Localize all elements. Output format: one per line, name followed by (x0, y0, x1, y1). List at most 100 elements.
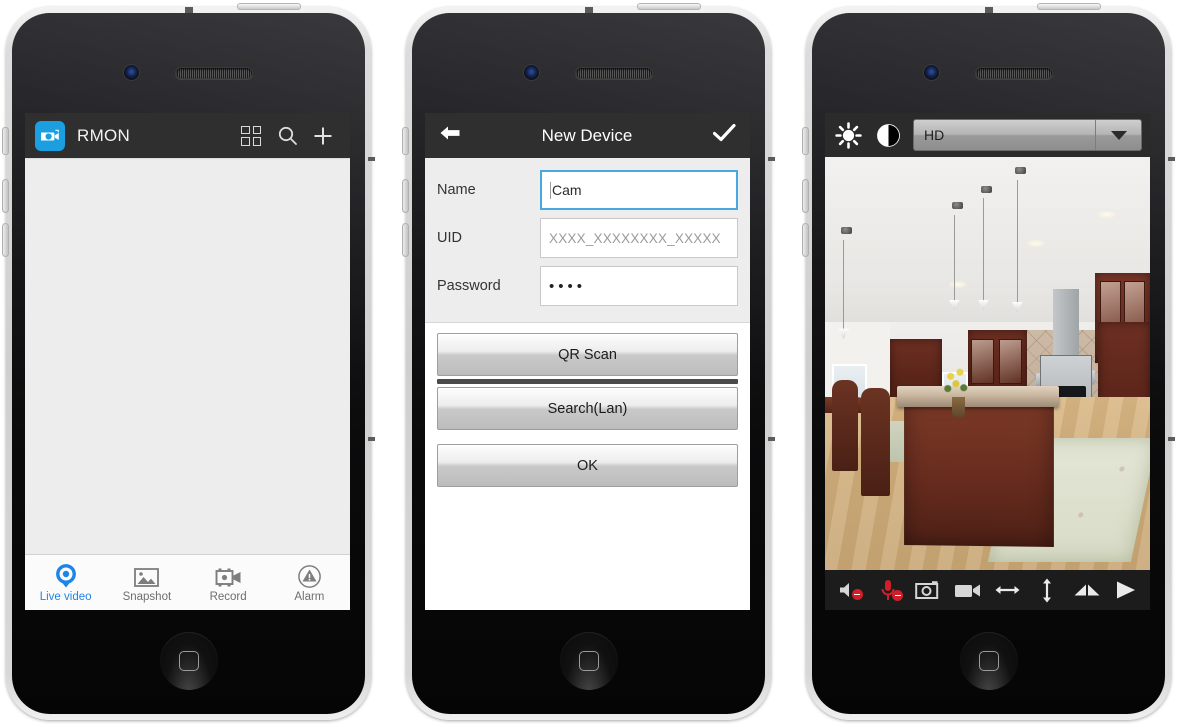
chevron-down-icon (1095, 120, 1141, 150)
video-record-icon[interactable] (952, 575, 984, 605)
quality-value: HD (924, 127, 945, 143)
qr-scan-button[interactable]: QR Scan (437, 333, 738, 376)
contrast-icon[interactable] (873, 120, 903, 150)
tab-label: Snapshot (122, 590, 172, 603)
screen-device-list: RMON Live video Snapshot Record Alarm (25, 113, 350, 610)
ok-button[interactable]: OK (437, 444, 738, 487)
front-camera-icon (524, 65, 539, 80)
volume-down-button[interactable] (802, 223, 809, 257)
uid-placeholder: XXXX_XXXXXXXX_XXXXX (549, 230, 721, 246)
device-form: Name Cam UID XXXX_XXXXXXXX_XXXXX Passwor… (425, 158, 750, 323)
name-field[interactable]: Cam (540, 170, 738, 210)
kitchen-scene (825, 157, 1150, 570)
form-row-password: Password •••• (437, 262, 738, 310)
phone-sensors (412, 65, 765, 80)
screenshot-stage: RMON Live video Snapshot Record Alarm Ne… (0, 0, 1177, 727)
speaker-mute-icon[interactable] (833, 575, 865, 605)
photo-icon (133, 563, 160, 589)
earpiece-speaker (975, 66, 1053, 79)
tab-alarm[interactable]: Alarm (269, 555, 350, 610)
silent-switch[interactable] (402, 127, 409, 155)
play-arrow-icon[interactable] (1110, 575, 1142, 605)
snapshot-camera-icon[interactable] (912, 575, 944, 605)
front-camera-icon (124, 65, 139, 80)
button-divider (437, 379, 738, 384)
navbar: RMON (25, 113, 350, 158)
password-value: •••• (549, 277, 587, 295)
uid-field[interactable]: XXXX_XXXXXXXX_XXXXX (540, 218, 738, 258)
volume-down-button[interactable] (402, 223, 409, 257)
name-value: Cam (552, 182, 582, 198)
front-camera-icon (924, 65, 939, 80)
app-title: RMON (77, 125, 131, 145)
volume-down-button[interactable] (2, 223, 9, 257)
volume-up-button[interactable] (802, 179, 809, 213)
mirror-flip-icon[interactable] (1071, 575, 1103, 605)
tab-label: Record (209, 590, 247, 603)
antenna-band-tick (368, 157, 375, 161)
tilt-vertical-icon[interactable] (1031, 575, 1063, 605)
home-button[interactable] (159, 632, 218, 690)
password-field[interactable]: •••• (540, 266, 738, 306)
form-row-uid: UID XXXX_XXXXXXXX_XXXXX (437, 214, 738, 262)
microphone-mute-icon[interactable] (872, 575, 904, 605)
screen-new-device: New Device Name Cam UID XXXX_XXXXXXXX_XX… (425, 113, 750, 610)
uid-label: UID (437, 230, 462, 246)
pan-horizontal-icon[interactable] (991, 575, 1023, 605)
page-title: New Device (541, 125, 633, 145)
antenna-band-tick (768, 157, 775, 161)
record-camera-icon (214, 563, 243, 589)
name-label: Name (437, 182, 476, 198)
home-button[interactable] (959, 632, 1018, 690)
phone-live-view: HD (802, 3, 1175, 720)
mute-badge (892, 590, 904, 601)
checkmark-icon[interactable] (712, 123, 736, 148)
sleep-button[interactable] (1037, 3, 1101, 10)
phone-sensors (12, 65, 365, 80)
alarm-warning-icon (297, 563, 322, 589)
phone-device-list: RMON Live video Snapshot Record Alarm (2, 3, 375, 720)
home-square-icon (578, 651, 599, 671)
action-buttons: QR Scan Search(Lan) OK (425, 323, 750, 610)
home-square-icon (178, 651, 199, 671)
navbar: New Device (425, 113, 750, 158)
antenna-band-tick (768, 437, 775, 441)
silent-switch[interactable] (802, 127, 809, 155)
earpiece-speaker (175, 66, 253, 79)
camcorder-icon (35, 120, 65, 151)
tab-snapshot[interactable]: Snapshot (106, 555, 187, 610)
live-video-feed[interactable] (825, 157, 1150, 570)
text-caret (550, 181, 551, 199)
home-button[interactable] (559, 632, 618, 690)
tab-live-video[interactable]: Live video (25, 555, 106, 610)
volume-up-button[interactable] (402, 179, 409, 213)
brightness-sun-icon[interactable] (833, 120, 863, 150)
plus-icon[interactable] (306, 119, 340, 153)
tab-record[interactable]: Record (188, 555, 269, 610)
phone-body: HD (812, 13, 1165, 714)
search-lan-button[interactable]: Search(Lan) (437, 387, 738, 430)
phone-new-device: New Device Name Cam UID XXXX_XXXXXXXX_XX… (402, 3, 775, 720)
quality-dropdown[interactable]: HD (913, 119, 1142, 151)
antenna-band-tick (1168, 437, 1175, 441)
back-arrow-icon[interactable] (439, 124, 461, 147)
phone-body: New Device Name Cam UID XXXX_XXXXXXXX_XX… (412, 13, 765, 714)
tab-label: Alarm (294, 590, 325, 603)
search-icon[interactable] (270, 119, 304, 153)
device-list-empty-area[interactable] (25, 158, 350, 554)
antenna-band-tick (1168, 157, 1175, 161)
live-video-icon (53, 563, 79, 589)
video-controls (825, 570, 1150, 610)
sleep-button[interactable] (637, 3, 701, 10)
sleep-button[interactable] (237, 3, 301, 10)
silent-switch[interactable] (2, 127, 9, 155)
tab-label: Live video (39, 590, 92, 603)
mute-badge (851, 589, 863, 600)
screen-live-view: HD (825, 113, 1150, 610)
form-row-name: Name Cam (437, 166, 738, 214)
antenna-band-tick (368, 437, 375, 441)
grid-view-icon[interactable] (234, 119, 268, 153)
phone-sensors (812, 65, 1165, 80)
video-toolbar: HD (825, 113, 1150, 157)
volume-up-button[interactable] (2, 179, 9, 213)
